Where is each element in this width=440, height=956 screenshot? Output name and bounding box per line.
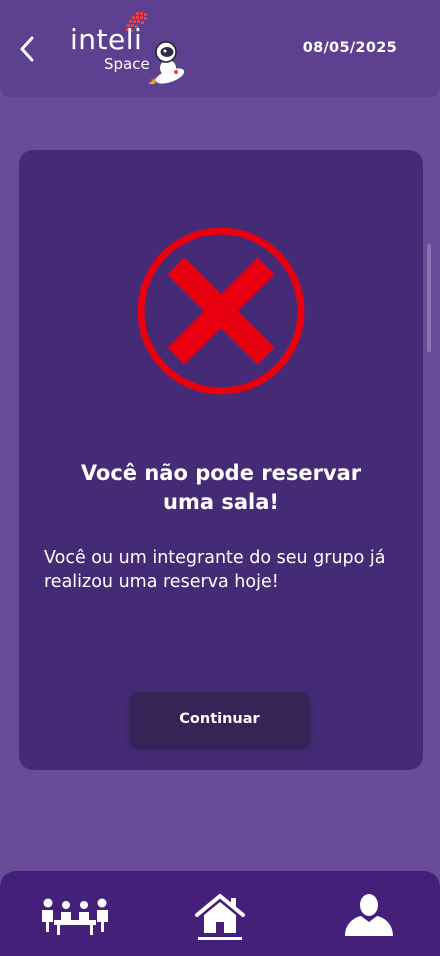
dialog-title: Você não pode reservar uma sala!: [19, 459, 423, 517]
meeting-room-icon: [42, 898, 108, 935]
dialog-message: Você ou um integrante do seu grupo já re…: [44, 548, 386, 592]
error-dialog-card: Você não pode reservar uma sala! Você ou…: [19, 150, 423, 770]
error-x-circle-icon: [137, 227, 305, 395]
continue-button[interactable]: Continuar: [130, 692, 309, 745]
nav-rooms-button[interactable]: [40, 896, 110, 940]
dialog-title-line-2: uma sala!: [163, 490, 279, 514]
logo-subtext: Space: [104, 55, 150, 73]
bottom-navigation: [0, 871, 440, 956]
back-button[interactable]: [14, 34, 40, 64]
current-date: 08/05/2025: [302, 40, 397, 56]
user-icon: [345, 894, 393, 936]
inteli-space-logo: inteli Space: [70, 12, 200, 90]
astronaut-rocket-icon: [148, 41, 185, 84]
home-icon: [195, 894, 245, 940]
chevron-left-icon: [20, 36, 34, 62]
logo-text: inteli: [70, 23, 143, 56]
nav-home-button[interactable]: [193, 893, 247, 945]
app-header: inteli Space 08/05/2025: [0, 0, 440, 97]
nav-profile-button[interactable]: [343, 893, 395, 941]
dialog-title-line-1: Você não pode reservar: [80, 461, 362, 485]
scrollbar-thumb[interactable]: [427, 244, 431, 352]
